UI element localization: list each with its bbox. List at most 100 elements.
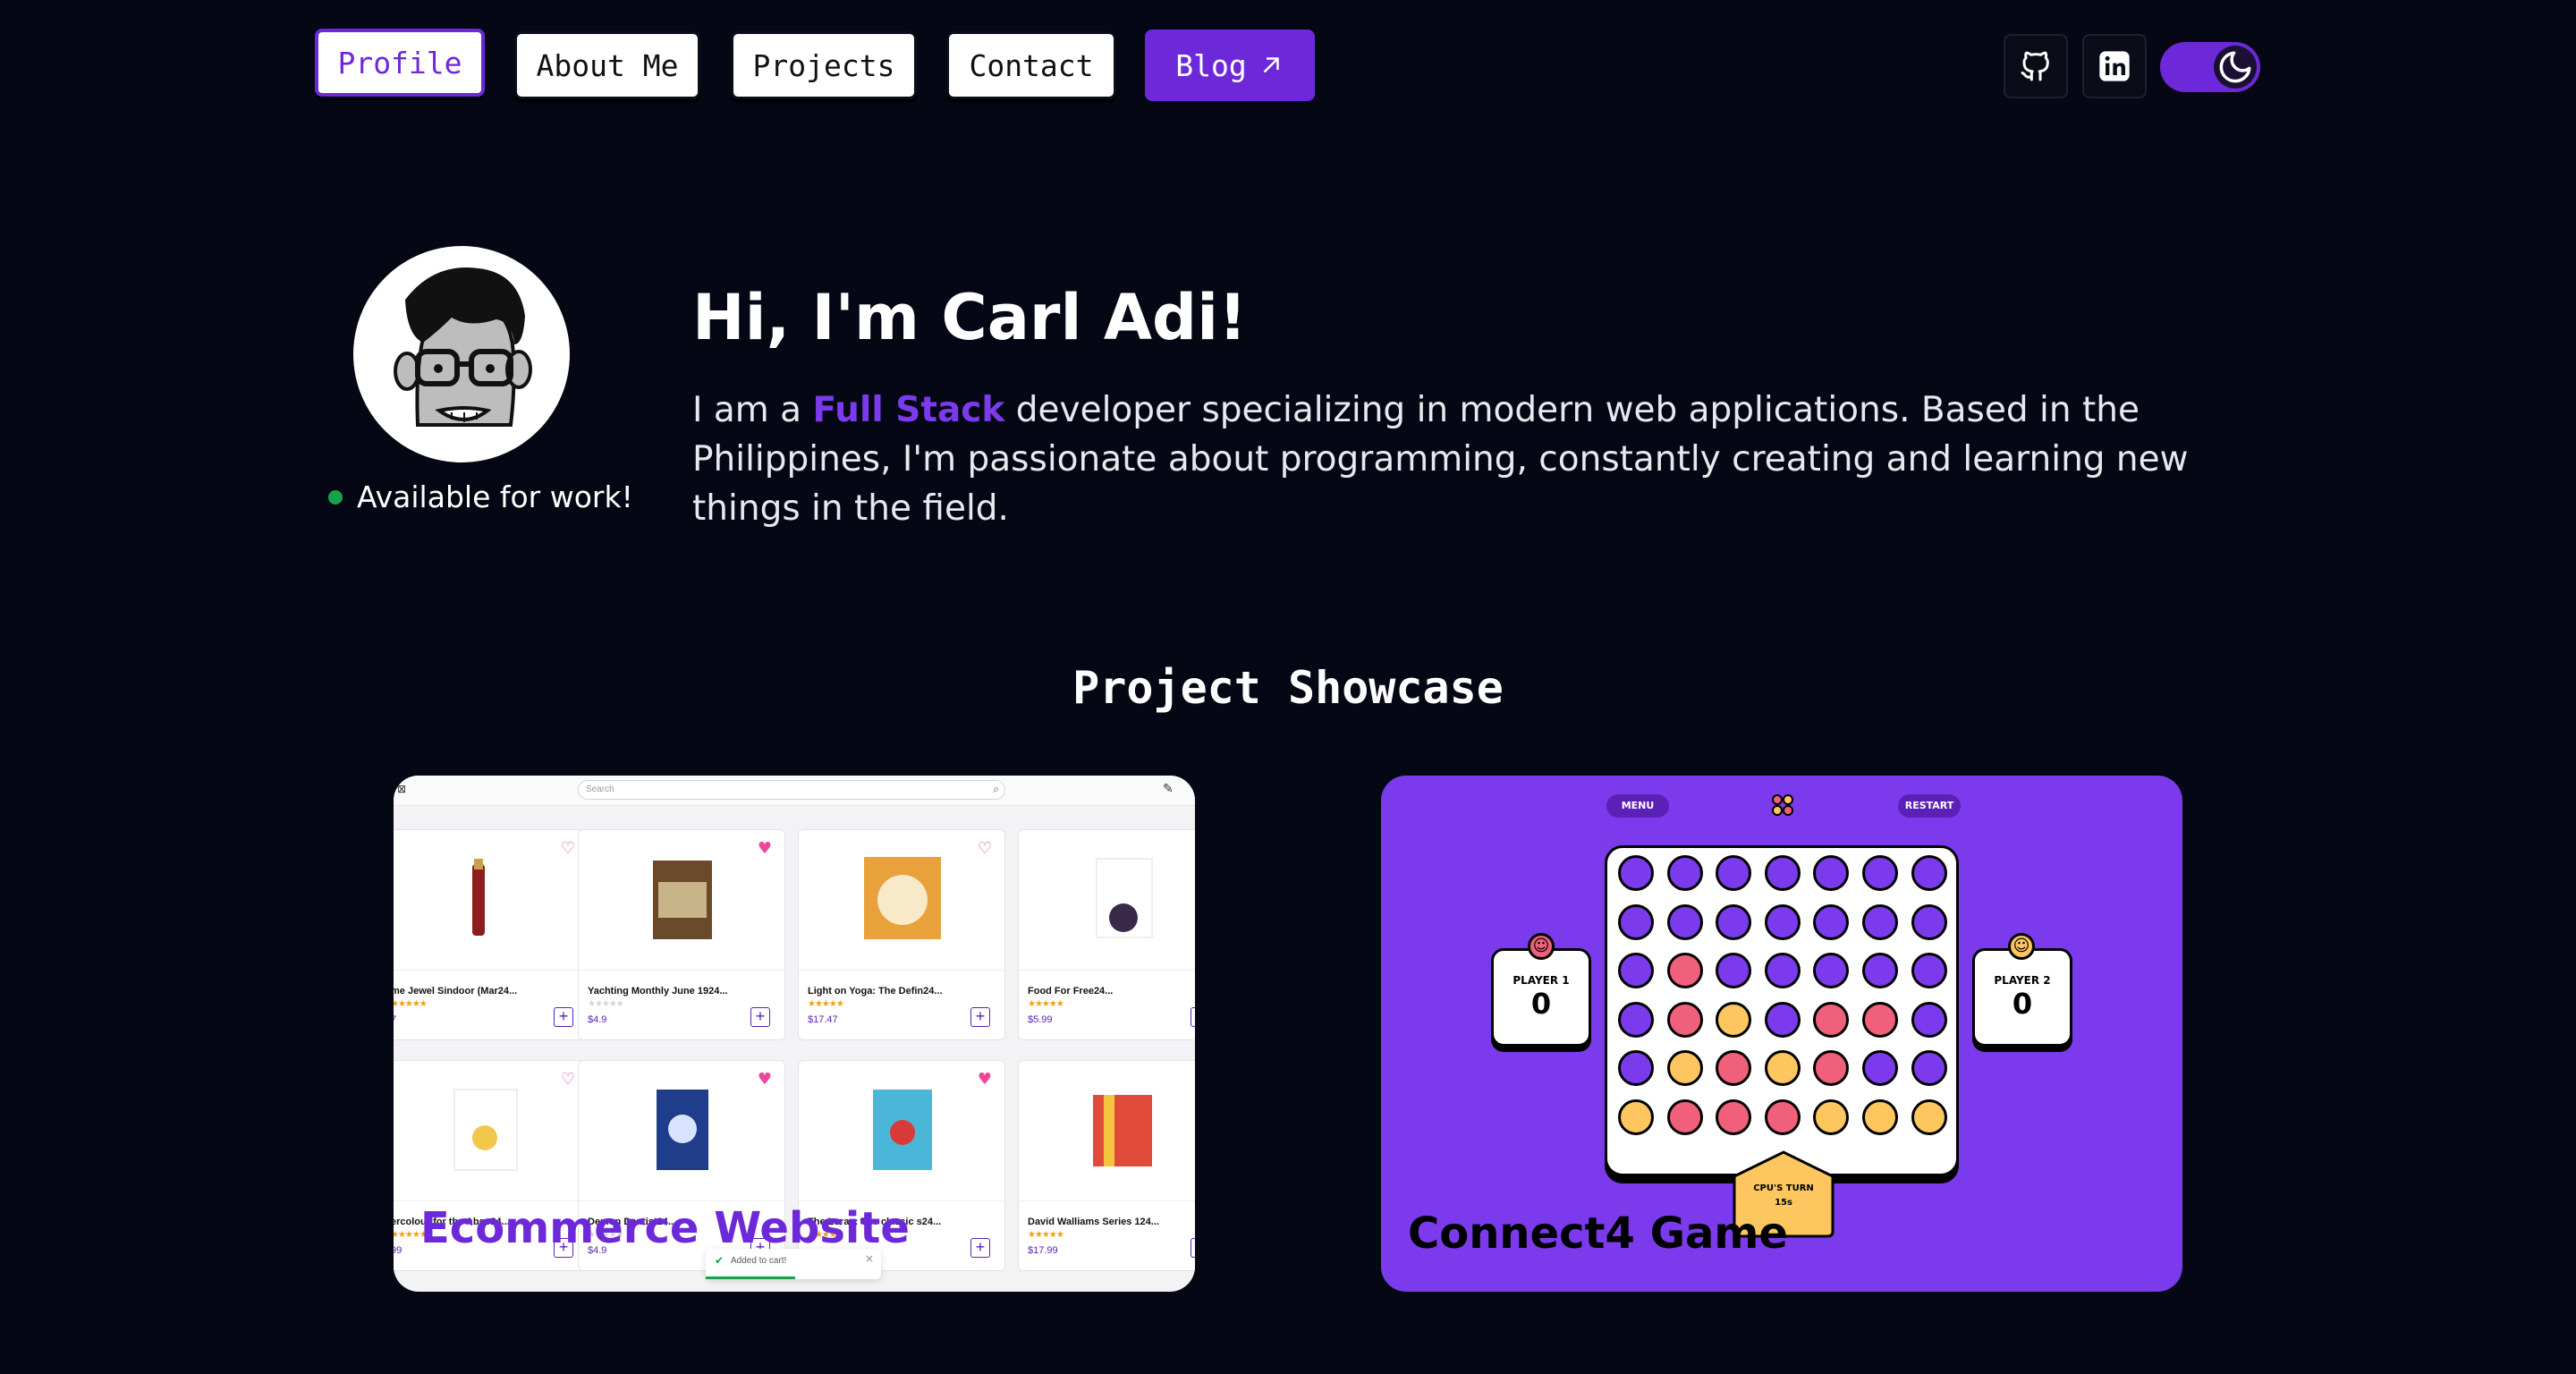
- product-price: $4.9: [588, 1014, 607, 1025]
- favorite-heart-icon[interactable]: ♡: [978, 839, 992, 858]
- player1-score: 0: [1530, 987, 1552, 1021]
- board-cell[interactable]: [1716, 1050, 1752, 1086]
- linkedin-icon: [2099, 51, 2130, 81]
- board-cell[interactable]: [1618, 1098, 1654, 1135]
- board-cell[interactable]: [1764, 953, 1801, 988]
- project-card-ecommerce[interactable]: ⊠ Search ⌕ ✎ ♡ me Jewel Sindoor (Mar24...…: [394, 776, 1195, 1292]
- board-cell[interactable]: [1813, 1098, 1850, 1135]
- theme-toggle[interactable]: [2160, 42, 2260, 92]
- board-cell[interactable]: [1911, 1001, 1947, 1038]
- linkedin-button[interactable]: [2082, 34, 2147, 98]
- add-to-cart-button[interactable]: +: [970, 1007, 990, 1027]
- nav-projects-button[interactable]: Projects: [731, 31, 917, 99]
- card-divider: [394, 970, 589, 971]
- check-icon: ✔: [715, 1254, 724, 1267]
- favorite-heart-icon[interactable]: ♥: [758, 839, 772, 858]
- board-cell[interactable]: [1716, 855, 1752, 891]
- nav-about-button[interactable]: About Me: [514, 31, 700, 99]
- board-cell[interactable]: [1618, 855, 1654, 891]
- board-cell[interactable]: [1666, 855, 1703, 891]
- ecommerce-search-placeholder: Search: [586, 785, 614, 794]
- cart-toast: ✔ Added to cart! ×: [706, 1249, 881, 1279]
- avatar: [353, 246, 570, 462]
- board-cell[interactable]: [1911, 1050, 1947, 1086]
- ecommerce-search-input[interactable]: Search ⌕: [578, 780, 1005, 800]
- board-cell[interactable]: [1862, 903, 1898, 940]
- project-card-connect4[interactable]: MENU RESTART PLAYER 1 0 ☺ PLAYER 2 0 ☺ C…: [1381, 776, 2182, 1292]
- hero-intro-pre: I am a: [692, 390, 813, 430]
- product-name: Yachting Monthly June 1924...: [588, 986, 728, 997]
- board-cell[interactable]: [1716, 1098, 1752, 1135]
- product-card[interactable]: ♡ me Jewel Sindoor (Mar24... ★★★★★ 7 +: [394, 829, 589, 1040]
- board-cell[interactable]: [1618, 1001, 1654, 1038]
- hero-intro: I am a Full Stack developer specializing…: [692, 386, 2249, 533]
- favorite-heart-icon[interactable]: ♥: [758, 1070, 772, 1089]
- board-cell[interactable]: [1911, 903, 1947, 940]
- nav-blog-button[interactable]: Blog: [1145, 30, 1315, 101]
- card-divider: [799, 1200, 1006, 1201]
- board-cell[interactable]: [1666, 953, 1703, 988]
- menu-icon: ⊠: [397, 783, 407, 795]
- nav-contact-button[interactable]: Contact: [946, 31, 1116, 99]
- nav-blog-label: Blog: [1175, 47, 1247, 83]
- product-card[interactable]: ♡Food For Free24...★★★★★$5.99+: [1018, 829, 1195, 1040]
- product-rating: ★★★★★: [394, 999, 428, 1009]
- board-cell[interactable]: [1813, 953, 1850, 988]
- board-cell[interactable]: [1666, 903, 1703, 940]
- add-to-cart-button[interactable]: +: [554, 1007, 573, 1027]
- board-cell[interactable]: [1862, 1098, 1898, 1135]
- product-image: [644, 1086, 721, 1172]
- board-cell[interactable]: [1716, 953, 1752, 988]
- board-cell[interactable]: [1862, 1050, 1898, 1086]
- github-icon: [2021, 51, 2049, 81]
- favorite-heart-icon[interactable]: ♥: [978, 1070, 992, 1089]
- connect4-menu-button[interactable]: MENU: [1606, 794, 1669, 818]
- board-cell[interactable]: [1764, 903, 1801, 940]
- product-name: Food For Free24...: [1028, 986, 1114, 997]
- product-card[interactable]: ♡David Walliams Series 124...★★★★★$17.99…: [1018, 1060, 1195, 1271]
- favorite-heart-icon[interactable]: ♡: [561, 1070, 575, 1089]
- project-label-connect4: Connect4 Game: [1408, 1209, 1788, 1259]
- product-card[interactable]: ♡ Light on Yoga: The Defin24... ★★★★★ $17.4…: [798, 829, 1006, 1040]
- nav-profile-button[interactable]: Profile: [315, 29, 485, 97]
- product-image: [644, 855, 721, 941]
- board-cell[interactable]: [1813, 903, 1850, 940]
- board-cell[interactable]: [1666, 1001, 1703, 1038]
- board-cell[interactable]: [1666, 1050, 1703, 1086]
- board-cell[interactable]: [1911, 1098, 1947, 1135]
- favorite-heart-icon[interactable]: ♡: [561, 839, 575, 858]
- player1-score-card: PLAYER 1 0: [1491, 948, 1591, 1047]
- board-cell[interactable]: [1813, 1001, 1850, 1038]
- moon-icon: [2219, 51, 2251, 83]
- board-cell[interactable]: [1764, 855, 1801, 891]
- product-card[interactable]: ♥ Yachting Monthly June 1924... ★★★★★ $4.9 +: [578, 829, 786, 1040]
- hero-intro-highlight: Full Stack: [812, 390, 1005, 430]
- board-cell[interactable]: [1813, 855, 1850, 891]
- board-cell[interactable]: [1666, 1098, 1703, 1135]
- toast-close-icon[interactable]: ×: [865, 1252, 874, 1265]
- availability-dot: [328, 490, 343, 505]
- board-cell[interactable]: [1862, 953, 1898, 988]
- board-cell[interactable]: [1862, 855, 1898, 891]
- board-cell[interactable]: [1764, 1001, 1801, 1038]
- board-cell[interactable]: [1911, 953, 1947, 988]
- card-divider: [1019, 1200, 1195, 1201]
- add-to-cart-button[interactable]: +: [1191, 1238, 1195, 1258]
- board-cell[interactable]: [1813, 1050, 1850, 1086]
- github-button[interactable]: [2004, 34, 2068, 98]
- connect4-board: [1605, 845, 1959, 1176]
- board-cell[interactable]: [1618, 953, 1654, 988]
- board-cell[interactable]: [1764, 1098, 1801, 1135]
- connect4-restart-button[interactable]: RESTART: [1898, 794, 1961, 818]
- add-to-cart-button[interactable]: +: [750, 1007, 770, 1027]
- board-cell[interactable]: [1716, 1001, 1752, 1038]
- add-to-cart-button[interactable]: +: [1191, 1007, 1195, 1027]
- board-cell[interactable]: [1618, 903, 1654, 940]
- board-cell[interactable]: [1716, 903, 1752, 940]
- product-rating: ★★★★★: [1028, 999, 1064, 1009]
- board-cell[interactable]: [1911, 855, 1947, 891]
- board-cell[interactable]: [1618, 1050, 1654, 1086]
- board-cell[interactable]: [1764, 1050, 1801, 1086]
- board-cell[interactable]: [1862, 1001, 1898, 1038]
- add-to-cart-button[interactable]: +: [970, 1238, 990, 1258]
